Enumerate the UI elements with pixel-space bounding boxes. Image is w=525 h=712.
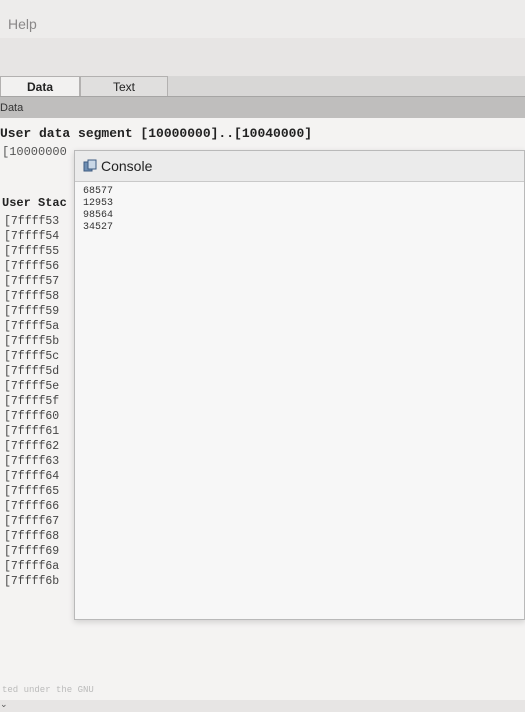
tab-text[interactable]: Text	[80, 76, 168, 96]
menu-help[interactable]: Help	[8, 16, 37, 32]
stack-address: [7ffff69	[4, 545, 60, 558]
tab-data[interactable]: Data	[0, 76, 80, 96]
stack-address: [7ffff5e	[4, 380, 60, 393]
console-window[interactable]: Console 68577 12953 98564 34527	[74, 150, 525, 620]
status-footer-text: ted under the GNU	[2, 685, 94, 695]
console-line: 98564	[83, 210, 114, 221]
user-stack-title: User Stac	[2, 196, 67, 210]
stack-address: [7ffff59	[4, 305, 60, 318]
stack-address: [7ffff6b	[4, 575, 60, 588]
console-title: Console	[101, 158, 153, 174]
stack-address: [7ffff64	[4, 470, 60, 483]
stack-address: [7ffff60	[4, 410, 60, 423]
stack-address-list: [7ffff53 [7ffff54 [7ffff55 [7ffff56 [7ff…	[4, 214, 84, 589]
stack-address: [7ffff66	[4, 500, 60, 513]
stack-address: [7ffff63	[4, 455, 60, 468]
console-line: 34527	[83, 222, 114, 233]
stack-address: [7ffff6a	[4, 560, 60, 573]
scroll-down-arrow-icon[interactable]: ⌄	[0, 700, 12, 712]
stack-address: [7ffff61	[4, 425, 60, 438]
user-data-segment-title: User data segment [10000000]..[10040000]	[0, 126, 313, 141]
stack-address: [7ffff5b	[4, 335, 60, 348]
stack-address: [7ffff67	[4, 515, 60, 528]
stack-address: [7ffff58	[4, 290, 60, 303]
stack-address: [7ffff5c	[4, 350, 60, 363]
stack-address: [7ffff5f	[4, 395, 60, 408]
console-app-icon	[83, 159, 97, 172]
console-output-area[interactable]: 68577 12953 98564 34527	[75, 182, 524, 619]
console-titlebar[interactable]: Console	[75, 151, 524, 182]
stack-address: [7ffff55	[4, 245, 60, 258]
segment-address: [10000000	[2, 145, 67, 159]
stack-address: [7ffff5d	[4, 365, 60, 378]
menu-bar: Help	[0, 0, 525, 38]
console-line: 68577	[83, 186, 114, 197]
stack-address: [7ffff68	[4, 530, 60, 543]
stack-address: [7ffff62	[4, 440, 60, 453]
console-line: 12953	[83, 198, 114, 209]
stack-address: [7ffff53	[4, 215, 60, 228]
stack-address: [7ffff54	[4, 230, 60, 243]
stack-address: [7ffff5a	[4, 320, 60, 333]
console-output-lines: 68577 12953 98564 34527	[83, 186, 113, 234]
data-panel-header: Data	[0, 96, 525, 119]
stack-address: [7ffff57	[4, 275, 60, 288]
stack-address: [7ffff56	[4, 260, 60, 273]
stack-address: [7ffff65	[4, 485, 60, 498]
data-panel-title: Data	[0, 102, 24, 114]
